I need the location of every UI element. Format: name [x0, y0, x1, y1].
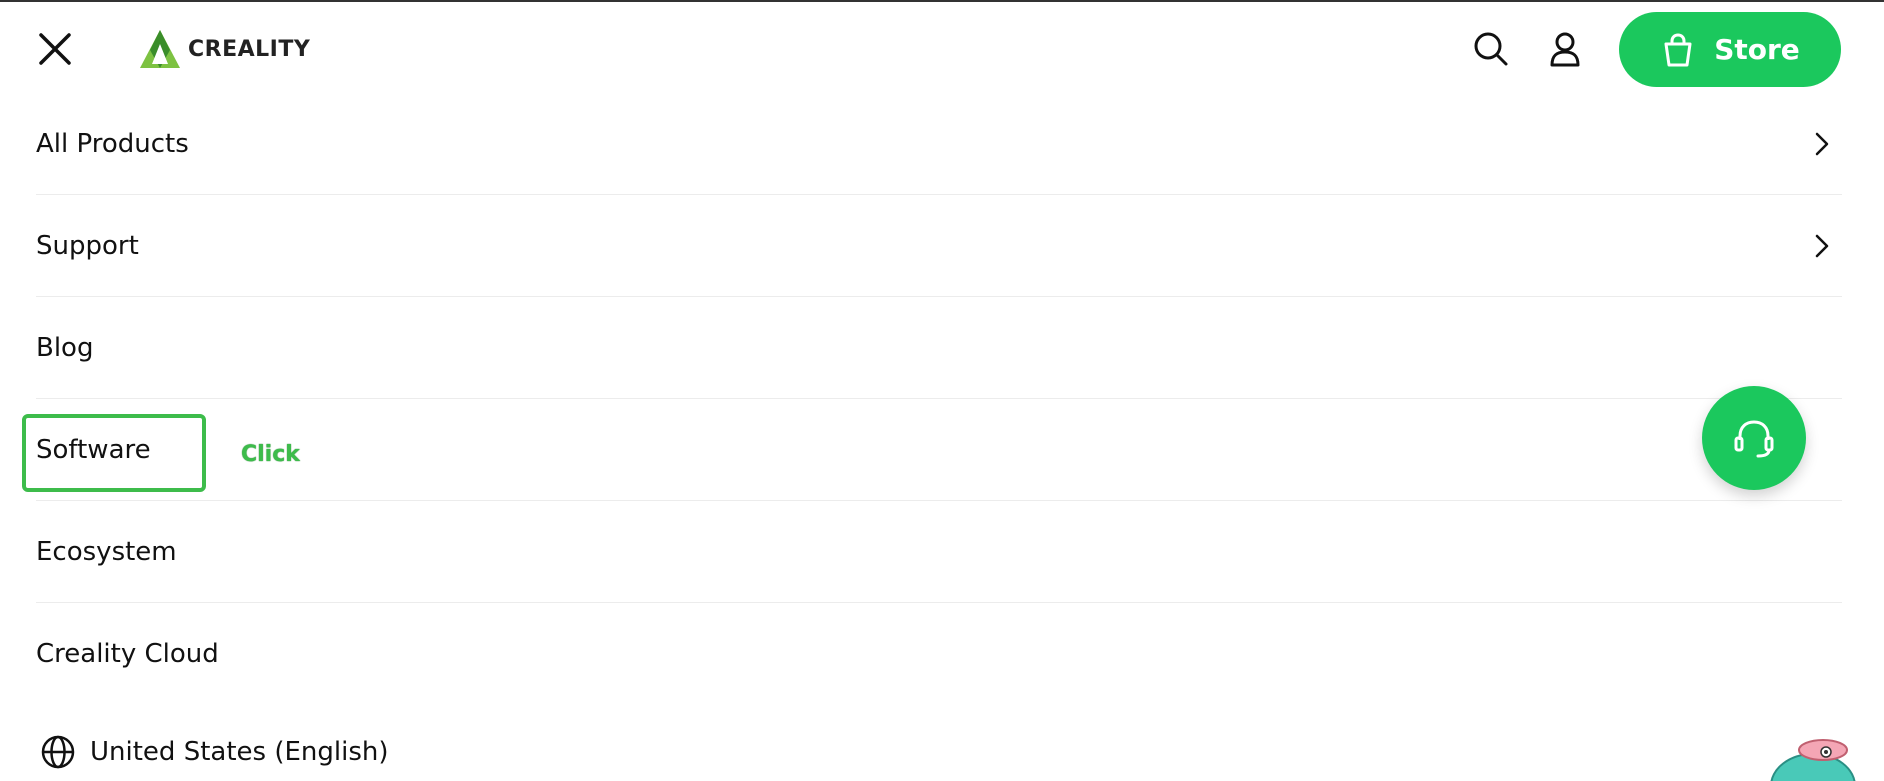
search-button[interactable] — [1471, 29, 1511, 69]
menu-item-all-products[interactable]: All Products — [36, 93, 1842, 195]
menu-item-label: Support — [36, 230, 139, 261]
logo-text: CREALITY — [188, 36, 311, 62]
creality-logo-icon — [140, 30, 180, 68]
search-icon — [1474, 32, 1508, 66]
menu-item-label: Ecosystem — [36, 536, 177, 567]
headset-icon — [1734, 420, 1774, 458]
menu-item-support[interactable]: Support — [36, 195, 1842, 297]
customer-support-button[interactable] — [1702, 386, 1806, 490]
menu-item-software[interactable]: Software — [36, 399, 1842, 501]
main-menu: All Products Support Blog Software Ecosy… — [36, 93, 1842, 704]
click-highlight-box — [22, 414, 206, 492]
menu-item-label: Creality Cloud — [36, 638, 219, 669]
locale-label: United States (English) — [90, 737, 389, 767]
close-icon — [39, 33, 71, 65]
account-button[interactable] — [1545, 29, 1585, 69]
shopping-bag-icon — [1664, 32, 1692, 66]
site-header: CREALITY Store — [0, 2, 1884, 98]
menu-item-ecosystem[interactable]: Ecosystem — [36, 501, 1842, 603]
store-label: Store — [1714, 33, 1800, 66]
user-icon — [1550, 32, 1580, 67]
menu-item-label: All Products — [36, 128, 189, 159]
menu-item-label: Blog — [36, 332, 94, 363]
chevron-right-icon — [1815, 132, 1829, 156]
mascot-widget[interactable] — [1768, 736, 1858, 781]
click-annotation: Click — [241, 442, 300, 467]
menu-item-blog[interactable]: Blog — [36, 297, 1842, 399]
store-button[interactable]: Store — [1619, 12, 1841, 87]
chevron-right-icon — [1815, 234, 1829, 258]
mascot-icon — [1770, 739, 1856, 781]
locale-selector[interactable]: United States (English) — [40, 732, 389, 772]
menu-item-creality-cloud[interactable]: Creality Cloud — [36, 603, 1842, 704]
close-menu-button[interactable] — [36, 30, 74, 68]
creality-logo[interactable]: CREALITY — [138, 27, 310, 71]
globe-icon — [41, 735, 75, 769]
